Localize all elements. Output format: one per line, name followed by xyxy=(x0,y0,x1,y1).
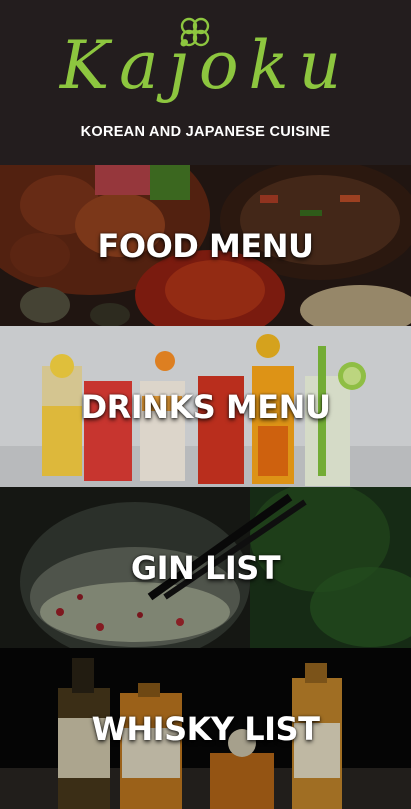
food-menu-label: FOOD MENU xyxy=(97,226,314,265)
brand-tagline: KOREAN AND JAPANESE CUISINE xyxy=(80,124,331,140)
site-header: Kajoku KOREAN AND JAPANESE CUISINE xyxy=(0,0,411,165)
gin-list-tile[interactable]: GIN LIST xyxy=(0,487,411,648)
drinks-menu-label: DRINKS MENU xyxy=(80,387,331,426)
brand-logo-text[interactable]: Kajoku xyxy=(0,26,411,106)
whisky-list-label: WHISKY LIST xyxy=(91,709,320,748)
food-menu-tile[interactable]: FOOD MENU xyxy=(0,165,411,326)
whisky-list-tile[interactable]: WHISKY LIST xyxy=(0,648,411,809)
drinks-menu-tile[interactable]: DRINKS MENU xyxy=(0,326,411,487)
gin-list-label: GIN LIST xyxy=(130,548,281,587)
